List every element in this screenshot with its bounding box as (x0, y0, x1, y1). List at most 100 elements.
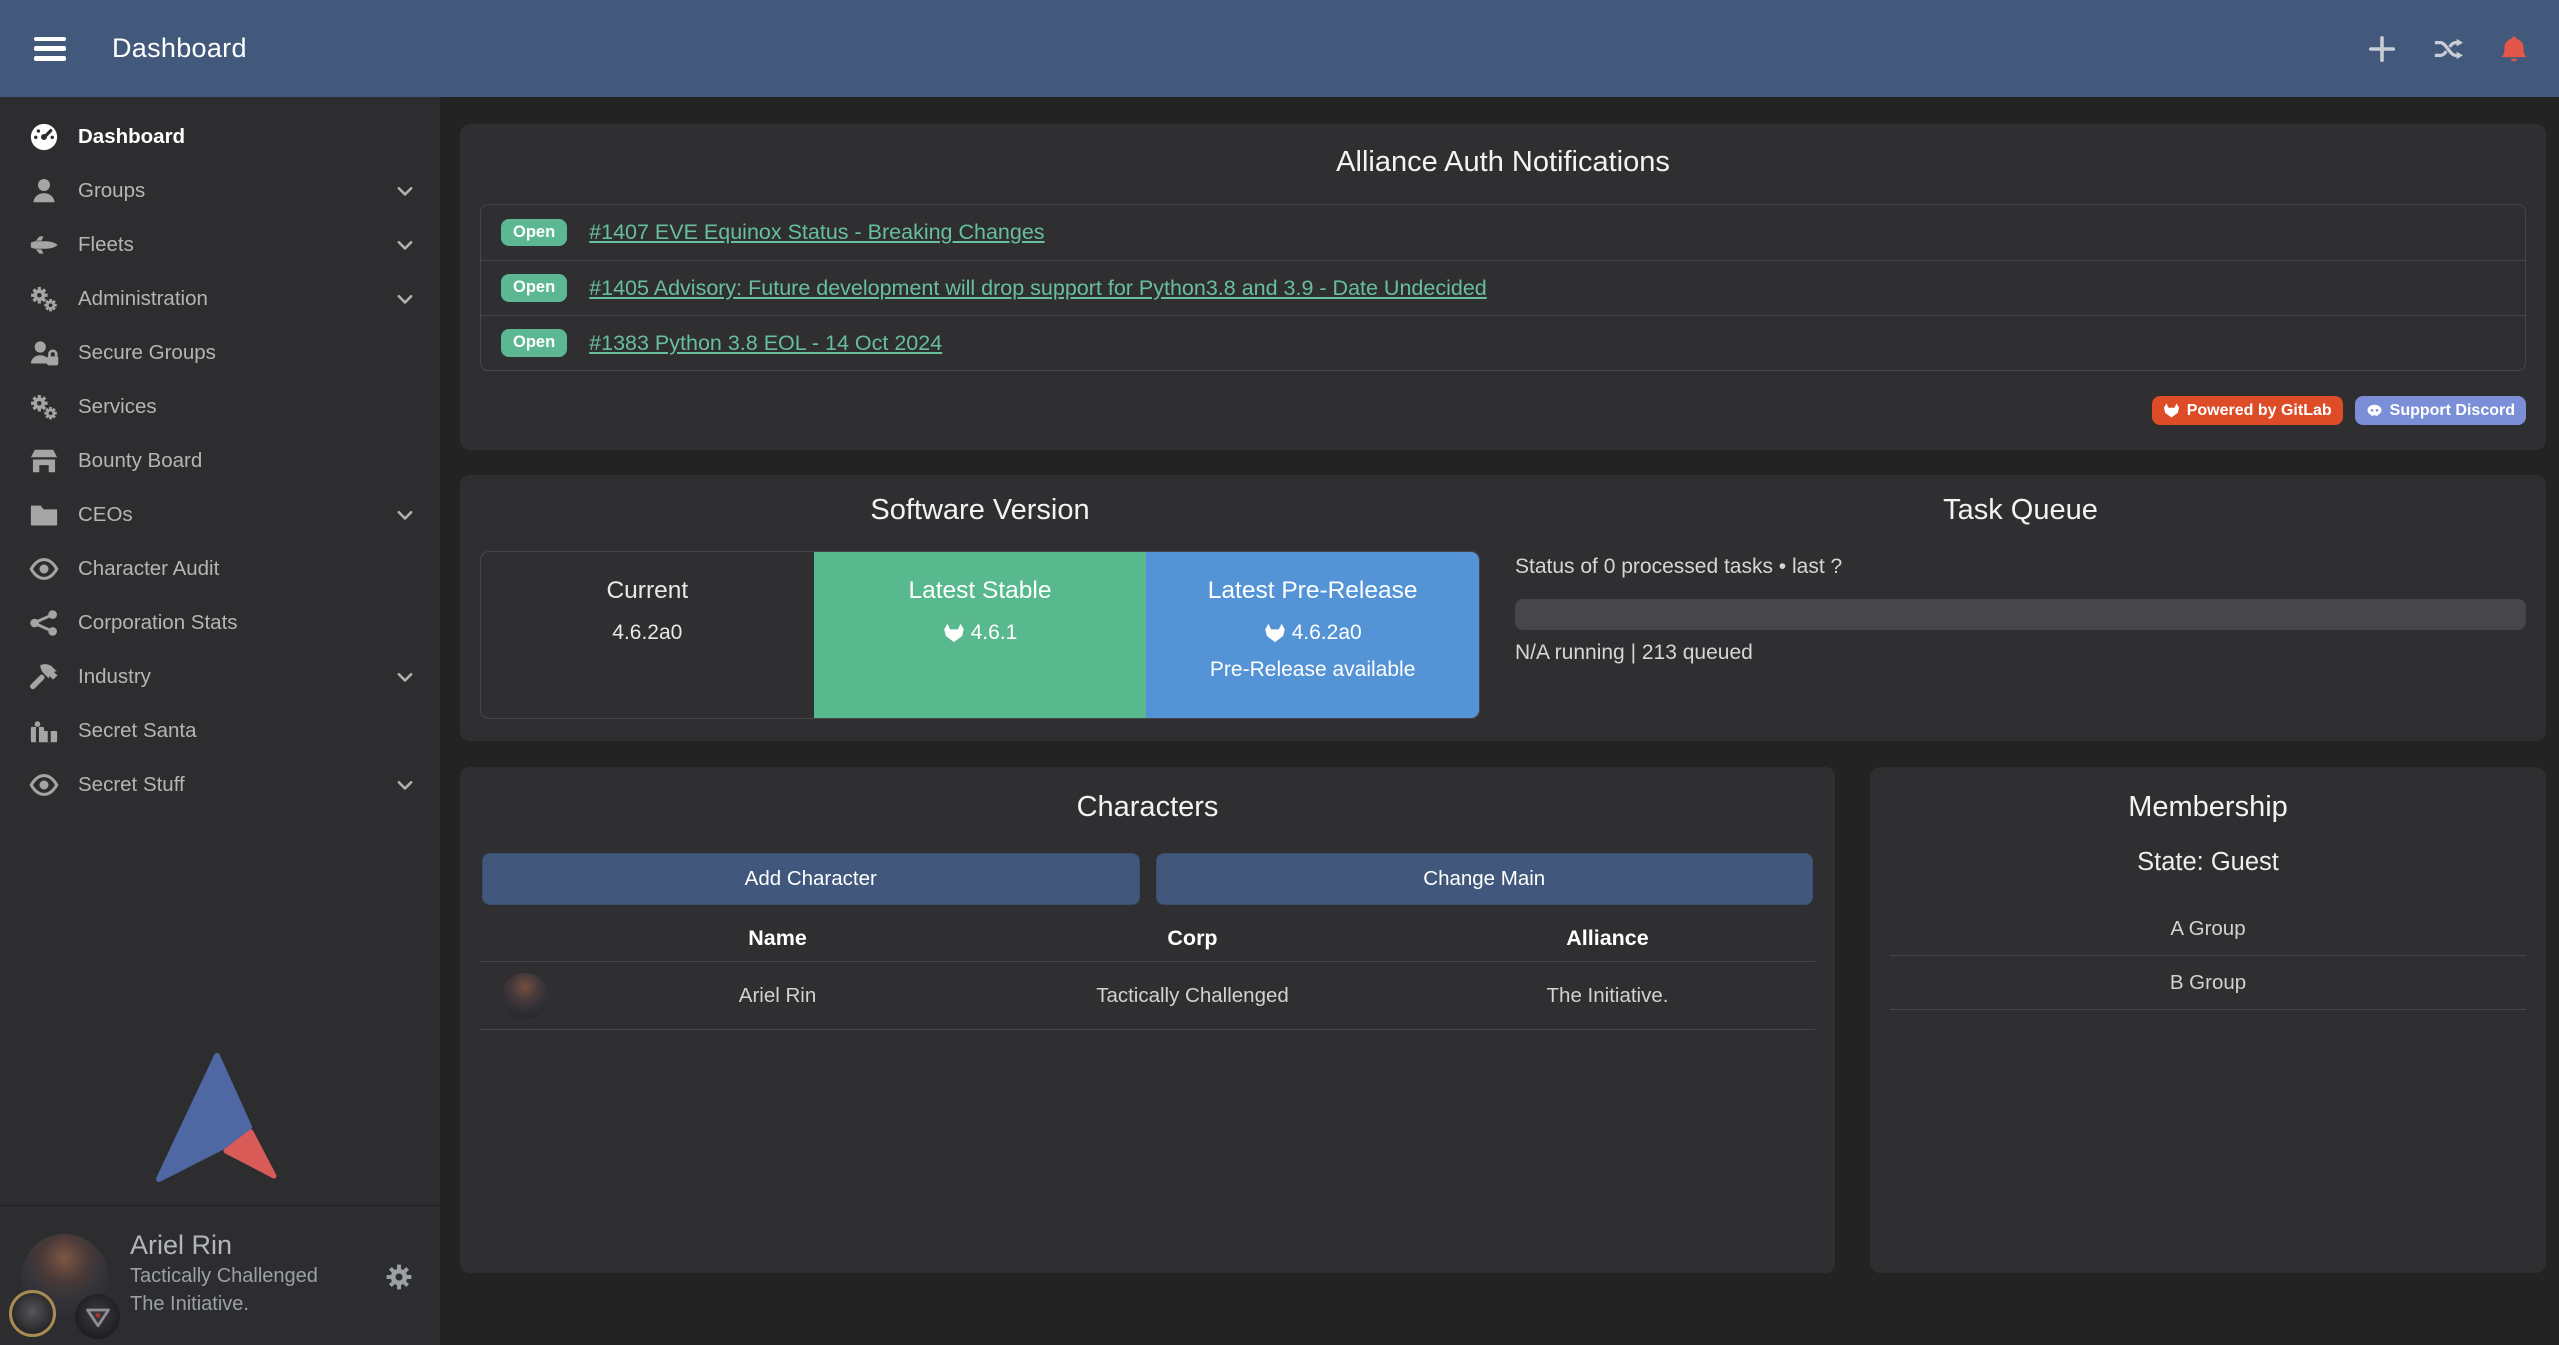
profile-corp: Tactically Challenged (130, 1262, 318, 1290)
sidebar-item[interactable]: Bounty Board (0, 434, 440, 488)
task-queue-summary: N/A running | 213 queued (1515, 641, 1753, 665)
gauge-icon (26, 122, 62, 152)
characters-table-header: Name Corp Alliance (480, 915, 1815, 962)
notifications-title: Alliance Auth Notifications (460, 124, 2546, 179)
change-main-button[interactable]: Change Main (1156, 853, 1814, 905)
chevron-down-icon (394, 666, 416, 688)
profile-text: Ariel Rin Tactically Challenged The Init… (130, 1228, 318, 1318)
membership-title: Membership (1870, 767, 2546, 824)
sidebar-item[interactable]: Fleets (0, 218, 440, 272)
eye-icon (26, 770, 62, 800)
characters-title: Characters (460, 767, 1835, 824)
sidebar-item[interactable]: Secure Groups (0, 326, 440, 380)
shuttle-icon (26, 230, 62, 260)
sidebar-nav: Dashboard Groups Fleets A (0, 97, 440, 812)
character-alliance: The Initiative. (1400, 984, 1815, 1008)
software-version-title: Software Version (480, 475, 1480, 527)
sidebar-item[interactable]: Secret Santa (0, 704, 440, 758)
chevron-down-icon (394, 234, 416, 256)
bell-icon[interactable] (2499, 34, 2529, 64)
task-queue-progressbar (1515, 599, 2526, 630)
user-icon (26, 176, 62, 206)
top-navbar: Dashboard (0, 0, 2559, 97)
version-number: 4.6.2a0 (612, 621, 682, 645)
menu-icon[interactable] (34, 37, 66, 61)
gear-icon[interactable] (384, 1262, 414, 1292)
corp-logo-badge (9, 1290, 56, 1337)
membership-groups: A Group B Group (1890, 902, 2526, 1010)
profile-name: Ariel Rin (130, 1228, 318, 1262)
notification-link[interactable]: #1407 EVE Equinox Status - Breaking Chan… (589, 220, 1044, 245)
sidebar-item[interactable]: Dashboard (0, 110, 440, 164)
page-title: Dashboard (112, 33, 247, 64)
sidebar-item[interactable]: Industry (0, 650, 440, 704)
footer-badges: Powered by GitLab Support Discord (2152, 396, 2526, 425)
eye-icon (26, 554, 62, 584)
status-badge: Open (501, 219, 567, 247)
characters-buttons: Add Character Change Main (482, 853, 1813, 905)
version-cell: Latest Stable 4.6.1 (814, 552, 1147, 718)
column-header: Name (570, 926, 985, 951)
gears-icon (26, 392, 62, 422)
notification-row: Open #1405 Advisory: Future development … (481, 260, 2525, 315)
chevron-down-icon (394, 774, 416, 796)
notifications-panel: Alliance Auth Notifications Open #1407 E… (460, 124, 2546, 450)
add-character-button[interactable]: Add Character (482, 853, 1140, 905)
profile-alliance: The Initiative. (130, 1290, 318, 1318)
characters-table: Name Corp Alliance Ariel Rin Tactically … (480, 915, 1815, 1030)
user-profile: Ariel Rin Tactically Challenged The Init… (0, 1205, 440, 1345)
sidebar: Dashboard Groups Fleets A (0, 97, 440, 1345)
sidebar-item[interactable]: Groups (0, 164, 440, 218)
gears-icon (26, 284, 62, 314)
version-cell: Current 4.6.2a0 (481, 552, 814, 718)
sidebar-item[interactable]: CEOs (0, 488, 440, 542)
version-cell: Latest Pre-Release 4.6.2a0 Pre-Release a… (1146, 552, 1479, 718)
sidebar-item[interactable]: Secret Stuff (0, 758, 440, 812)
software-version-section: Software Version Current 4.6.2a0 Latest … (480, 475, 1480, 741)
gifts-icon (26, 716, 62, 746)
chevron-down-icon (394, 504, 416, 526)
footer-badge[interactable]: Support Discord (2355, 396, 2526, 425)
task-queue-status: Status of 0 processed tasks • last ? (1515, 555, 1842, 579)
gitlab-icon (2163, 402, 2180, 419)
column-header: Corp (985, 926, 1400, 951)
footer-badge[interactable]: Powered by GitLab (2152, 396, 2343, 425)
character-row: Ariel Rin Tactically Challenged The Init… (480, 962, 1815, 1030)
character-corp: Tactically Challenged (985, 984, 1400, 1008)
membership-group: A Group (1890, 902, 2526, 956)
sidebar-item[interactable]: Character Audit (0, 542, 440, 596)
notification-link[interactable]: #1405 Advisory: Future development will … (589, 276, 1487, 301)
task-queue-section: Task Queue Status of 0 processed tasks •… (1515, 475, 2526, 741)
gitlab-icon (1264, 622, 1286, 644)
column-header: Alliance (1400, 926, 1815, 951)
shop-icon (26, 446, 62, 476)
sidebar-item[interactable]: Administration (0, 272, 440, 326)
alliance-auth-logo (152, 1052, 284, 1184)
membership-state: State: Guest (1870, 848, 2546, 877)
character-name: Ariel Rin (570, 984, 985, 1008)
navbar-actions (2367, 0, 2529, 97)
membership-group: B Group (1890, 956, 2526, 1010)
sidebar-item[interactable]: Corporation Stats (0, 596, 440, 650)
notification-link[interactable]: #1383 Python 3.8 EOL - 14 Oct 2024 (589, 331, 942, 356)
notification-row: Open #1407 EVE Equinox Status - Breaking… (481, 205, 2525, 260)
membership-panel: Membership State: Guest A Group B Group (1870, 767, 2546, 1273)
characters-table-body: Ariel Rin Tactically Challenged The Init… (480, 962, 1815, 1030)
characters-panel: Characters Add Character Change Main Nam… (460, 767, 1835, 1273)
share-icon (26, 608, 62, 638)
status-badge: Open (501, 274, 567, 302)
gitlab-icon (943, 622, 965, 644)
chevron-down-icon (394, 288, 416, 310)
character-portrait (502, 973, 548, 1019)
main-content: Alliance Auth Notifications Open #1407 E… (440, 97, 2559, 1345)
sidebar-item[interactable]: Services (0, 380, 440, 434)
chevron-down-icon (394, 180, 416, 202)
user-lock-icon (26, 338, 62, 368)
plus-icon[interactable] (2367, 34, 2397, 64)
software-taskqueue-panel: Software Version Current 4.6.2a0 Latest … (460, 475, 2546, 741)
task-queue-title: Task Queue (1515, 475, 2526, 527)
hammer-icon (26, 662, 62, 692)
status-badge: Open (501, 329, 567, 357)
shuffle-icon[interactable] (2433, 34, 2463, 64)
version-table: Current 4.6.2a0 Latest Stable 4.6.1 (480, 551, 1480, 719)
